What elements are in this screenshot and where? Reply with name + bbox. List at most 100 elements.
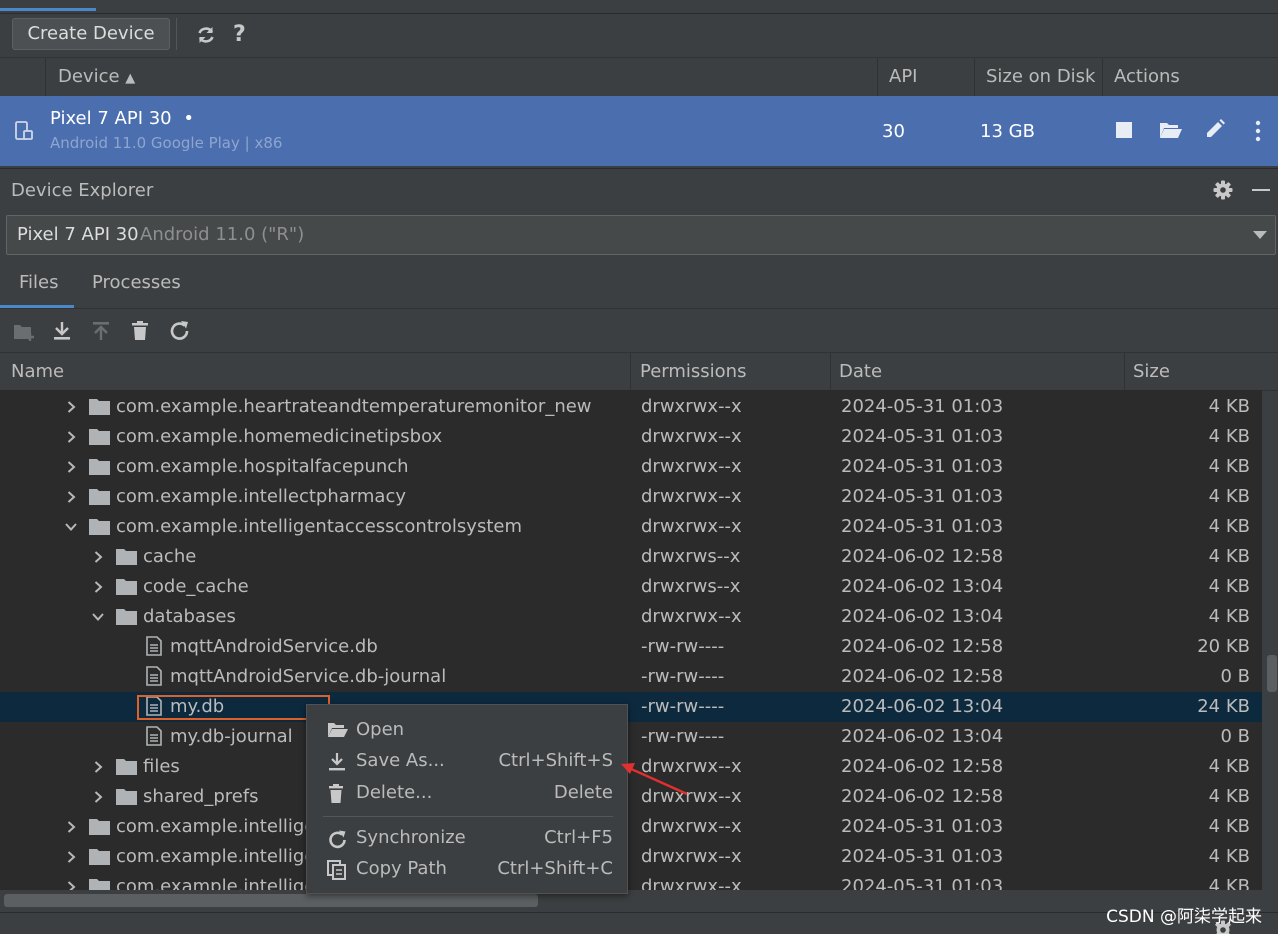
chevron-right-icon[interactable] [65, 491, 77, 503]
folder-icon [116, 758, 138, 776]
chevron-right-icon[interactable] [92, 581, 104, 593]
name-column-header[interactable]: Name [11, 361, 64, 382]
folder-row[interactable]: com.example.intellectpharmacydrwxrwx--x2… [0, 482, 1262, 512]
chevron-right-icon[interactable] [65, 851, 77, 863]
folder-icon [89, 398, 111, 416]
delete-trash-icon[interactable] [131, 320, 149, 342]
device-row-pixel-7[interactable]: Pixel 7 API 30 • Android 11.0 Google Pla… [0, 96, 1278, 166]
file-row[interactable]: my.db-journal-rw-rw----2024-06-02 13:040… [0, 722, 1262, 752]
download-icon[interactable] [52, 320, 72, 342]
menu-item-copy-path[interactable]: Copy Path Ctrl+Shift+C [307, 854, 627, 884]
file-permissions: -rw-rw---- [641, 726, 724, 747]
menu-item-shortcut: Ctrl+F5 [544, 827, 613, 848]
file-permissions: drwxrwx--x [641, 486, 742, 507]
column-separator [830, 353, 831, 390]
menu-item-shortcut: Ctrl+Shift+C [497, 858, 613, 879]
folder-row[interactable]: com.example.intelligentaccesscontrolsyst… [0, 512, 1262, 542]
stop-icon[interactable] [1116, 122, 1132, 138]
file-name: cache [143, 546, 196, 567]
file-tree-table: com.example.heartrateandtemperaturemonit… [0, 390, 1262, 890]
file-name: my.db-journal [170, 726, 293, 747]
chevron-right-icon[interactable] [92, 551, 104, 563]
more-vertical-icon[interactable] [1254, 120, 1262, 142]
device-name: Pixel 7 API 30 • [50, 108, 194, 129]
file-date: 2024-06-02 13:04 [841, 606, 1003, 627]
folder-row[interactable]: com.example.homemedicinetipsboxdrwxrwx--… [0, 422, 1262, 452]
file-name: com.example.intellectpharmacy [116, 486, 406, 507]
folder-icon [89, 848, 111, 866]
menu-item-synchronize[interactable]: Synchronize Ctrl+F5 [307, 823, 627, 853]
copy-icon [327, 860, 347, 880]
date-column-header[interactable]: Date [839, 361, 882, 382]
file-date: 2024-06-02 12:58 [841, 786, 1003, 807]
menu-item-label: Open [356, 719, 404, 740]
chevron-right-icon[interactable] [92, 761, 104, 773]
file-size: 0 B [1220, 726, 1250, 747]
selected-device-detail: Android 11.0 ("R") [140, 224, 304, 245]
menu-item-label: Save As... [356, 750, 445, 771]
file-date: 2024-05-31 01:03 [841, 516, 1003, 537]
file-size: 4 KB [1209, 846, 1250, 867]
horizontal-scrollbar[interactable] [4, 894, 538, 907]
folder-row[interactable]: cachedrwxrws--x2024-06-02 12:584 KB [0, 542, 1262, 572]
help-icon[interactable]: ? [233, 22, 246, 47]
menu-item-label: Delete... [356, 782, 432, 803]
device-column-header[interactable]: Device ▲ [58, 66, 135, 87]
file-name: files [143, 756, 180, 777]
file-name: com.example.hospitalfacepunch [116, 456, 409, 477]
chevron-down-icon[interactable] [92, 611, 104, 623]
folder-open-icon [327, 721, 349, 739]
phone-icon [14, 120, 36, 142]
folder-row[interactable]: databasesdrwxrwx--x2024-06-02 13:044 KB [0, 602, 1262, 632]
menu-item-save-as[interactable]: Save As... Ctrl+Shift+S [307, 746, 627, 776]
folder-row[interactable]: com.example.heartrateandtemperaturemonit… [0, 392, 1262, 422]
menu-item-shortcut: Ctrl+Shift+S [498, 750, 613, 771]
file-size: 4 KB [1209, 816, 1250, 837]
chevron-down-icon[interactable] [65, 521, 77, 533]
chevron-right-icon[interactable] [65, 881, 77, 890]
column-separator [630, 353, 631, 390]
folder-row[interactable]: com.example.hospitalfacepunchdrwxrwx--x2… [0, 452, 1262, 482]
device-table-header: Device ▲ API Size on Disk Actions [0, 57, 1278, 97]
chevron-right-icon[interactable] [65, 821, 77, 833]
new-folder-icon[interactable] [13, 322, 37, 342]
permissions-column-header[interactable]: Permissions [640, 361, 746, 382]
menu-item-delete[interactable]: Delete... Delete [307, 778, 627, 808]
chevron-right-icon[interactable] [65, 431, 77, 443]
dropdown-arrow-icon [1253, 231, 1267, 240]
tab-files[interactable]: Files [19, 272, 59, 293]
chevron-right-icon[interactable] [65, 461, 77, 473]
minimize-icon[interactable] [1252, 189, 1270, 191]
folder-row[interactable]: com.example.intelligerdrwxrwx--x2024-05-… [0, 812, 1262, 842]
size-column-header[interactable]: Size on Disk [986, 66, 1095, 87]
chevron-right-icon[interactable] [92, 791, 104, 803]
upload-icon[interactable] [91, 320, 111, 342]
edit-pencil-icon[interactable] [1204, 118, 1226, 140]
chevron-right-icon[interactable] [65, 401, 77, 413]
file-date: 2024-06-02 12:58 [841, 756, 1003, 777]
file-date: 2024-06-02 12:58 [841, 636, 1003, 657]
size-column-header[interactable]: Size [1133, 361, 1170, 382]
file-size: 24 KB [1197, 696, 1250, 717]
sync-refresh-icon[interactable] [168, 319, 192, 343]
vertical-scrollbar[interactable] [1267, 655, 1277, 692]
refresh-icon[interactable] [195, 24, 217, 46]
file-row[interactable]: mqttAndroidService.db-rw-rw----2024-06-0… [0, 632, 1262, 662]
tab-processes[interactable]: Processes [92, 272, 181, 293]
file-size: 4 KB [1209, 396, 1250, 417]
folder-icon [116, 548, 138, 566]
create-device-button[interactable]: Create Device [12, 18, 170, 50]
selected-device-name: Pixel 7 API 30 [17, 224, 139, 245]
menu-item-shortcut: Delete [554, 782, 613, 803]
menu-item-open[interactable]: Open [307, 715, 627, 745]
folder-row[interactable]: com.example.intelligerdrwxrwx--x2024-05-… [0, 842, 1262, 872]
file-row[interactable]: mqttAndroidService.db-journal-rw-rw----2… [0, 662, 1262, 692]
folder-row[interactable]: code_cachedrwxrws--x2024-06-02 13:044 KB [0, 572, 1262, 602]
folder-open-icon[interactable] [1159, 119, 1183, 141]
file-date: 2024-05-31 01:03 [841, 816, 1003, 837]
folder-row[interactable]: com.example.intelligerdrwxrwx--x2024-05-… [0, 872, 1262, 890]
api-column-header[interactable]: API [889, 66, 917, 87]
device-selector-dropdown[interactable]: Pixel 7 API 30 Android 11.0 ("R") [6, 215, 1276, 255]
device-manager-toolbar: Create Device ? [0, 14, 1278, 57]
settings-gear-icon[interactable] [1213, 180, 1233, 200]
